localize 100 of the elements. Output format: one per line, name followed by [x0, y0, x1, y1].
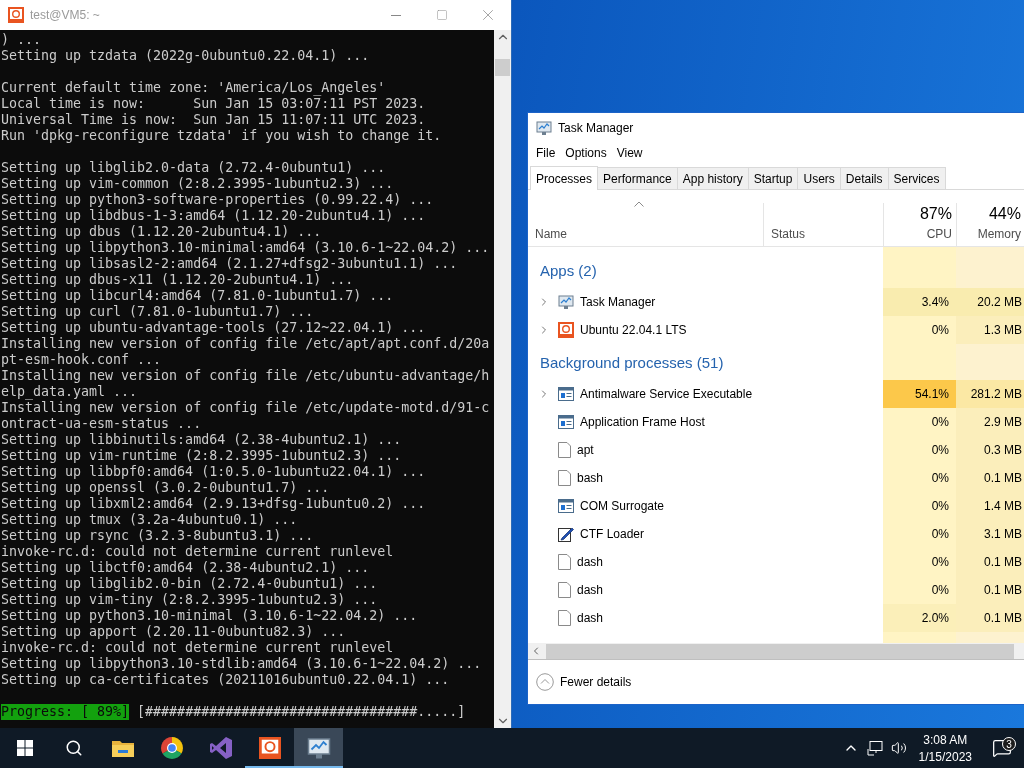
menu-item[interactable]: File — [532, 144, 560, 162]
tab[interactable]: Performance — [597, 167, 678, 189]
memory-cell: 1.3 MB — [956, 316, 1024, 344]
terminal-line: Setting up libcurl4:amd64 (7.81.0-1ubuntu1.7) ... — [1, 288, 395, 304]
terminal-line: Installing new version of config file /etc/apt/apt.conf.d/20a — [1, 336, 491, 352]
cpu-cell: 54.1% — [883, 380, 956, 408]
usage-total: 87% — [919, 205, 952, 223]
terminal-line: Setting up libsasl2-2:amd64 (2.1.27+dfsg2-3ubuntu1.1) ... — [1, 256, 459, 272]
cpu-cell: 0% — [883, 576, 956, 604]
group-title: Apps (2) — [540, 261, 597, 279]
taskbar-button[interactable] — [294, 728, 343, 768]
notifications-button[interactable]: 3 — [980, 738, 1024, 758]
memory-cell: 0.1 MB — [956, 548, 1024, 576]
memory-cell: 2.9 MB — [956, 408, 1024, 436]
terminal-line: Setting up libdbus-1-3:amd64 (1.12.20-2ubuntu4.1) ... — [1, 208, 427, 224]
terminal-line: Current default time zone: 'America/Los_Angeles' — [1, 80, 387, 96]
terminal-line: Setting up libbpf0:amd64 (1:0.5.0-1ubuntu22.04.1) ... — [1, 464, 427, 480]
window-title: test@VM5: ~ — [30, 8, 101, 22]
memory-cell: 281.2 MB — [956, 380, 1024, 408]
terminal-line: pt-esm-hook.conf ... — [1, 352, 163, 368]
column-shading — [956, 632, 1024, 643]
folder-icon — [111, 739, 134, 757]
memory-cell: 0.1 MB — [956, 576, 1024, 604]
memory-cell: 3.1 MB — [956, 520, 1024, 548]
terminal-line: Setting up tmux (3.2a-4ubuntu0.1) ... — [1, 512, 299, 528]
browser-icon — [160, 737, 183, 759]
minimize-icon — [391, 14, 401, 16]
cpu-cell: 0% — [883, 548, 956, 576]
terminal-line: Setting up dbus (1.12.20-2ubuntu4.1) ... — [1, 224, 323, 240]
cpu-cell: 0% — [883, 436, 956, 464]
terminal-line: Local time is now: Sun Jan 15 03:07:11 PST 2023. — [1, 96, 427, 112]
menu-item[interactable]: View — [612, 144, 647, 162]
memory-cell: 0.1 MB — [956, 464, 1024, 492]
file-icon — [558, 470, 571, 486]
terminal-line: ontract-ua-esm-status ... — [1, 416, 203, 432]
tab[interactable]: Users — [797, 167, 841, 189]
clock[interactable]: 3:08 AM 1/15/2023 — [910, 732, 980, 764]
process-name: COM Surrogate — [580, 499, 665, 513]
terminal-line: invoke-rc.d: could not determine current runlevel — [1, 640, 395, 656]
terminal-line: Setting up vim-tiny (2:8.2.3995-1ubuntu2.3) ... — [1, 592, 379, 608]
usage-total: 44% — [988, 205, 1021, 223]
memory-cell: 1.4 MB — [956, 492, 1024, 520]
memory-cell: 0.1 MB — [956, 604, 1024, 632]
process-name: Ubuntu 22.04.1 LTS — [580, 323, 687, 337]
process-name: dash — [577, 583, 604, 597]
vertical-scrollbar[interactable] — [494, 30, 511, 728]
process-name: apt — [577, 443, 594, 457]
scrollbar-thumb[interactable] — [495, 58, 510, 76]
window-title: Task Manager — [558, 121, 634, 135]
terminal-line: Setting up rsync (3.2.3-8ubuntu3.1) ... — [1, 528, 315, 544]
process-name: Antimalware Service Executable — [580, 387, 753, 401]
tab[interactable]: App history — [676, 167, 749, 189]
tab[interactable]: Details — [839, 167, 889, 189]
app-logo-icon — [558, 322, 574, 338]
clock-date: 1/15/2023 — [918, 749, 972, 764]
progress-label: Progress: [ 89%] — [1, 704, 130, 720]
terminal-line: Setting up apport (2.20.11-0ubuntu82.3) ... — [1, 624, 347, 640]
cpu-cell: 0% — [883, 316, 956, 344]
cpu-cell: 0% — [883, 520, 956, 548]
file-icon — [558, 582, 571, 598]
terminal-line: Setting up ubuntu-advantage-tools (27.12~22.04.1) ... — [1, 320, 427, 336]
column-header[interactable]: Name — [535, 227, 567, 241]
terminal-line: Setting up ca-certificates (20211016ubuntu0.22.04.1) ... — [1, 672, 451, 688]
notification-count: 3 — [1002, 737, 1016, 751]
file-icon — [558, 442, 571, 458]
tab[interactable]: Services — [887, 167, 946, 189]
tab[interactable]: Processes — [530, 166, 599, 190]
cpu-cell: 3.4% — [883, 288, 956, 316]
tab[interactable]: Startup — [747, 167, 799, 189]
terminal-line: Universal Time is now: Sun Jan 15 11:07:11 UTC 2023. — [1, 112, 427, 128]
memory-cell: 0.3 MB — [956, 436, 1024, 464]
app-window-icon — [558, 415, 574, 429]
network-icon — [866, 740, 883, 756]
app-window-icon — [558, 499, 574, 513]
memory-cell: 20.2 MB — [956, 288, 1024, 316]
process-name: dash — [577, 611, 604, 625]
terminal-line: Setting up libglib2.0-data (2.72.4-0ubuntu1) ... — [1, 160, 387, 176]
menu-item[interactable]: Options — [561, 144, 611, 162]
process-name: Task Manager — [580, 295, 656, 309]
terminal-line: Setting up libbinutils:amd64 (2.38-4ubuntu2.1) ... — [1, 432, 403, 448]
cpu-cell: 0% — [883, 408, 956, 436]
column-header[interactable]: CPU — [926, 227, 952, 241]
app-logo-icon — [8, 7, 24, 23]
terminal-line: Setting up libctf0:amd64 (2.38-4ubuntu2.1) ... — [1, 560, 371, 576]
terminal-line: Setting up curl (7.81.0-1ubuntu1.7) ... — [1, 304, 315, 320]
column-header[interactable]: Memory — [977, 227, 1021, 241]
terminal-line: invoke-rc.d: could not determine current runlevel — [1, 544, 395, 560]
file-icon — [558, 610, 571, 626]
terminal-line: Installing new version of config file /etc/ubuntu-advantage/h — [1, 368, 491, 384]
terminal-line: Run 'dpkg-reconfigure tzdata' if you wish to change it. — [1, 128, 443, 144]
process-name: dash — [577, 555, 604, 569]
file-icon — [558, 554, 571, 570]
terminal-line: Setting up libpython3.10-stdlib:amd64 (3.10.6-1~22.04.2) ... — [1, 656, 483, 672]
monitor-chart-icon — [306, 736, 331, 760]
fewer-details-link[interactable]: Fewer details — [560, 675, 632, 689]
terminal-line: Setting up dbus-x11 (1.12.20-2ubuntu4.1) ... — [1, 272, 355, 288]
column-header[interactable]: Status — [771, 227, 806, 241]
process-name: Application Frame Host — [580, 415, 705, 429]
windows-icon — [16, 740, 33, 756]
collapse-up-icon[interactable] — [536, 673, 554, 691]
